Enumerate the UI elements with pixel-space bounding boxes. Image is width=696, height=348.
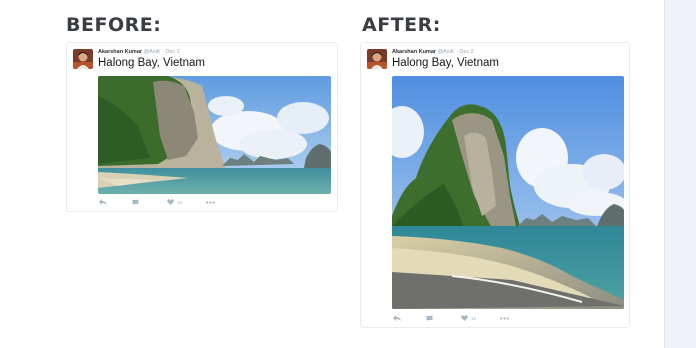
tweet-photo-full[interactable] xyxy=(392,76,624,309)
like-count: 10 xyxy=(177,199,183,205)
more-icon xyxy=(206,200,215,204)
reply-button[interactable] xyxy=(99,199,107,205)
more-icon xyxy=(500,316,509,320)
avatar[interactable] xyxy=(367,49,387,69)
tweet-meta: Akarshan Kumar @AsiK · Dec 2 xyxy=(98,49,180,55)
tweet-actions: 10 xyxy=(99,199,239,205)
more-button[interactable] xyxy=(500,316,509,320)
like-button[interactable]: 10 xyxy=(167,199,182,205)
tweet-text: Halong Bay, Vietnam xyxy=(392,57,499,69)
tweet-text: Halong Bay, Vietnam xyxy=(98,57,205,69)
more-button[interactable] xyxy=(206,200,215,204)
author-name[interactable]: Akarshan Kumar xyxy=(98,49,142,55)
retweet-button[interactable] xyxy=(131,199,143,205)
tweet-card-before[interactable]: Akarshan Kumar @AsiK · Dec 2 Halong Bay,… xyxy=(66,42,338,212)
heart-icon xyxy=(461,315,468,321)
tweet-meta: Akarshan Kumar @AsiK · Dec 2 xyxy=(392,49,474,55)
reply-button[interactable] xyxy=(393,315,401,321)
handle-date: @AsiK · Dec 2 xyxy=(143,49,180,55)
like-count: 10 xyxy=(471,315,477,321)
retweet-icon xyxy=(425,315,434,321)
avatar[interactable] xyxy=(73,49,93,69)
like-button[interactable]: 10 xyxy=(461,315,476,321)
handle-date: @AsiK · Dec 2 xyxy=(437,49,474,55)
scrollbar-track[interactable] xyxy=(664,0,696,348)
tweet-card-after[interactable]: Akarshan Kumar @AsiK · Dec 2 Halong Bay,… xyxy=(360,42,630,328)
heart-icon xyxy=(167,199,174,205)
reply-icon xyxy=(393,315,401,321)
tweet-photo-cropped[interactable] xyxy=(98,76,331,194)
after-heading: AFTER: xyxy=(362,14,441,36)
reply-icon xyxy=(99,199,107,205)
retweet-button[interactable] xyxy=(425,315,437,321)
tweet-actions: 10 xyxy=(393,315,533,321)
retweet-icon xyxy=(131,199,140,205)
before-heading: BEFORE: xyxy=(66,14,162,36)
author-name[interactable]: Akarshan Kumar xyxy=(392,49,436,55)
